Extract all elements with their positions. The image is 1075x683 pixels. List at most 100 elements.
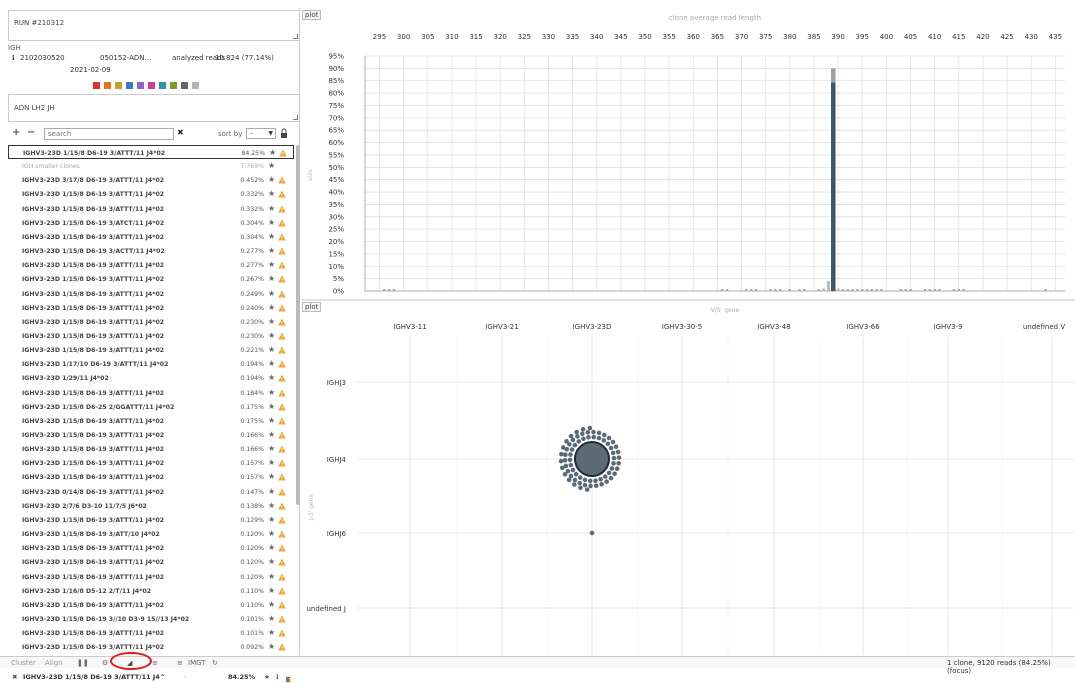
warning-icon[interactable] xyxy=(278,176,286,184)
histogram-bar[interactable] xyxy=(861,289,864,291)
clone-bubble[interactable] xyxy=(572,482,577,487)
clone-bubble[interactable] xyxy=(610,450,616,456)
clone-bubble[interactable] xyxy=(587,425,593,431)
star-icon[interactable]: ★ xyxy=(268,444,275,453)
histogram-bar[interactable] xyxy=(846,289,849,291)
clone-list-item[interactable]: IGHV3-23D 1/15/8 D6-19 3/ATTT/11 J4*02 0.… xyxy=(8,315,294,329)
star-icon[interactable]: ★ xyxy=(268,402,275,411)
panel-divider[interactable] xyxy=(302,299,1075,301)
cluster-button[interactable]: Cluster xyxy=(11,659,36,667)
clone-list-item[interactable]: IGHV3-23D 1/17/10 D6-19 3/ATTT/11 J4*02 0… xyxy=(8,357,294,371)
info-icon[interactable]: ℹ xyxy=(276,673,278,681)
histogram-bar[interactable] xyxy=(851,289,854,291)
star-icon[interactable]: ★ xyxy=(268,388,275,397)
clone-list-item[interactable]: IGHV3-23D 1/16/8 D5-12 2/T/11 J4*02 0.110… xyxy=(8,584,294,598)
clone-bubble[interactable] xyxy=(576,439,582,444)
warning-icon[interactable] xyxy=(278,360,286,368)
clone-bubble[interactable] xyxy=(560,445,566,450)
histogram-bar[interactable] xyxy=(904,289,907,291)
j-gene-label[interactable]: IGHJ6 xyxy=(327,530,347,538)
v-gene-label[interactable]: IGHV3-30-5 xyxy=(662,323,702,331)
histogram-bar[interactable] xyxy=(725,289,729,291)
warning-icon[interactable] xyxy=(278,601,286,609)
clone-list-item[interactable]: IGHV3-23D 1/15/8 D6-19 3/ATTT/11 J4*02 0.… xyxy=(8,272,294,286)
clone-bubble[interactable] xyxy=(598,476,603,482)
tag-color-swatch[interactable] xyxy=(137,82,144,89)
warning-icon[interactable] xyxy=(278,459,286,467)
clone-bubble[interactable] xyxy=(562,471,568,477)
star-icon[interactable]: ★ xyxy=(268,557,275,566)
star-icon[interactable]: ★ xyxy=(268,416,275,425)
warning-icon[interactable] xyxy=(278,615,286,623)
histogram-bar[interactable] xyxy=(774,289,777,291)
clone-bubble[interactable] xyxy=(572,442,578,448)
clone-bubble[interactable] xyxy=(596,430,602,436)
j-gene-label[interactable]: IGHJ3 xyxy=(327,379,346,387)
warning-icon[interactable] xyxy=(278,205,286,213)
run-info-box[interactable]: RUN #210312 xyxy=(8,10,300,41)
clone-list-item[interactable]: IGHV3-23D 1/15/8 D6-19 3/ATTT/11 J4*02 0.… xyxy=(8,456,294,470)
clone-list-item[interactable]: IGHV3-23D 1/15/8 D6-19 3/ATTT/11 J4*02 0.… xyxy=(8,414,294,428)
clear-search-icon[interactable]: ✖ xyxy=(177,128,184,137)
clone-bubble[interactable] xyxy=(606,435,612,441)
clone-list-item[interactable]: IGHV3-23D 1/15/8 D6-19 3/ATTT/11 J4*02 84… xyxy=(8,145,294,160)
clone-bubble[interactable] xyxy=(586,434,591,440)
clone-bubble[interactable] xyxy=(570,467,576,473)
star-icon[interactable]: ★ xyxy=(268,345,275,354)
star-icon[interactable]: ★ xyxy=(268,430,275,439)
star-icon[interactable]: ★ xyxy=(268,289,275,298)
star-icon[interactable]: ★ xyxy=(268,274,275,283)
histogram-bar[interactable] xyxy=(822,288,826,291)
clone-bubble[interactable] xyxy=(567,457,573,463)
histogram-bar[interactable] xyxy=(928,289,932,291)
tag-color-swatch[interactable] xyxy=(93,82,100,89)
histogram-bar[interactable] xyxy=(798,289,801,291)
star-icon[interactable]: ★ xyxy=(268,204,275,213)
clone-list-item[interactable]: IGHV3-23D 1/15/8 D6-19 3/ACTT/11 J4*02 0.… xyxy=(8,244,294,258)
clone-bubble[interactable] xyxy=(563,452,568,458)
v-gene-label[interactable]: IGHV3-11 xyxy=(393,323,426,331)
v-gene-label[interactable]: IGHV3-21 xyxy=(485,323,518,331)
histogram-bar[interactable] xyxy=(788,289,792,291)
tag-color-swatch[interactable] xyxy=(148,82,155,89)
j-gene-label[interactable]: undefined J xyxy=(306,605,346,613)
clone-list-item[interactable]: IGHV3-23D 1/29/11 J4*02 0.194% ★ xyxy=(8,371,294,385)
warning-icon[interactable] xyxy=(278,643,286,651)
gear-icon[interactable]: ⚙ xyxy=(102,659,108,667)
clone-list-item[interactable]: IGHV3-23D 1/15/8 D6-19 3/ATTT/11 J4*02 0.… xyxy=(8,428,294,442)
v-gene-label[interactable]: IGHV3-48 xyxy=(757,323,790,331)
clone-list-item[interactable]: IGHV3-23D 1/15/8 D6-19 3/ATTT/11 J4*02 0.… xyxy=(8,343,294,357)
clone-bubble[interactable] xyxy=(577,480,582,486)
histogram-bar[interactable] xyxy=(750,289,753,291)
star-icon[interactable]: ★ xyxy=(268,458,275,467)
clone-bubble[interactable] xyxy=(593,483,599,488)
clone-list-item[interactable]: IGHV3-23D 0/14/8 D6-19 3/ATTT/11 J4*02 0.… xyxy=(8,485,294,499)
warning-icon[interactable] xyxy=(278,374,286,382)
v-gene-label[interactable]: IGHV3-66 xyxy=(846,323,880,331)
clone-bubble[interactable] xyxy=(589,530,595,536)
clone-list-item[interactable]: IGHV3-23D 1/15/8 D6-19 3/ATTT/11 J4*02 0.… xyxy=(8,230,294,244)
sort-select[interactable]: – ▼ xyxy=(246,128,276,139)
histogram-bar[interactable] xyxy=(875,289,878,291)
tag-color-swatch[interactable] xyxy=(104,82,111,89)
clone-bubble[interactable] xyxy=(558,458,564,464)
histogram-bar[interactable] xyxy=(836,288,840,291)
warning-icon[interactable] xyxy=(278,502,286,510)
add-clone-button[interactable]: + xyxy=(12,127,20,138)
warning-icon[interactable] xyxy=(278,544,286,552)
histogram-bar[interactable] xyxy=(870,289,874,291)
clone-bubble[interactable] xyxy=(602,474,608,479)
histogram-bar[interactable] xyxy=(938,289,941,291)
clone-bubble[interactable] xyxy=(587,478,593,484)
clone-bubble[interactable] xyxy=(585,430,591,435)
v-gene-label[interactable]: IGHV3-9 xyxy=(934,323,963,331)
warning-icon[interactable] xyxy=(278,247,286,255)
clone-bubble[interactable] xyxy=(568,462,574,468)
clone-bubble[interactable] xyxy=(559,451,564,457)
warning-icon[interactable] xyxy=(278,558,286,566)
comment-box[interactable]: ADN LH2 JH xyxy=(8,94,300,122)
star-icon[interactable]: ★ xyxy=(268,472,275,481)
clone-list-item[interactable]: IGHV3-23D 1/15/8 D6-19 3/ATCT/11 J4*02 0.… xyxy=(8,216,294,230)
histogram-bar[interactable] xyxy=(1044,289,1047,291)
star-icon[interactable]: ★ xyxy=(268,189,275,198)
